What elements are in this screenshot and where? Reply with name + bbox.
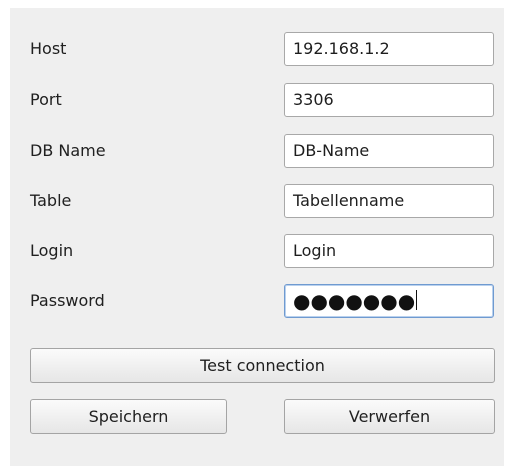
db-name-label: DB Name bbox=[30, 141, 106, 160]
port-field[interactable]: 3306 bbox=[284, 83, 494, 117]
password-label: Password bbox=[30, 291, 105, 310]
save-button[interactable]: Speichern bbox=[30, 399, 227, 434]
password-field[interactable]: ●●●●●●● bbox=[284, 284, 494, 318]
discard-button[interactable]: Verwerfen bbox=[284, 399, 495, 434]
db-name-field[interactable]: DB-Name bbox=[284, 134, 494, 168]
port-label: Port bbox=[30, 90, 62, 109]
connection-settings-panel: Host 192.168.1.2 Port 3306 DB Name DB-Na… bbox=[10, 8, 504, 466]
host-field[interactable]: 192.168.1.2 bbox=[284, 32, 494, 66]
host-label: Host bbox=[30, 39, 67, 58]
test-connection-button[interactable]: Test connection bbox=[30, 348, 495, 383]
login-label: Login bbox=[30, 241, 74, 260]
table-field[interactable]: Tabellenname bbox=[284, 184, 494, 218]
text-caret bbox=[416, 290, 418, 310]
password-masked-text: ●●●●●●● bbox=[293, 289, 416, 313]
table-label: Table bbox=[30, 191, 72, 210]
login-field[interactable]: Login bbox=[284, 234, 494, 268]
